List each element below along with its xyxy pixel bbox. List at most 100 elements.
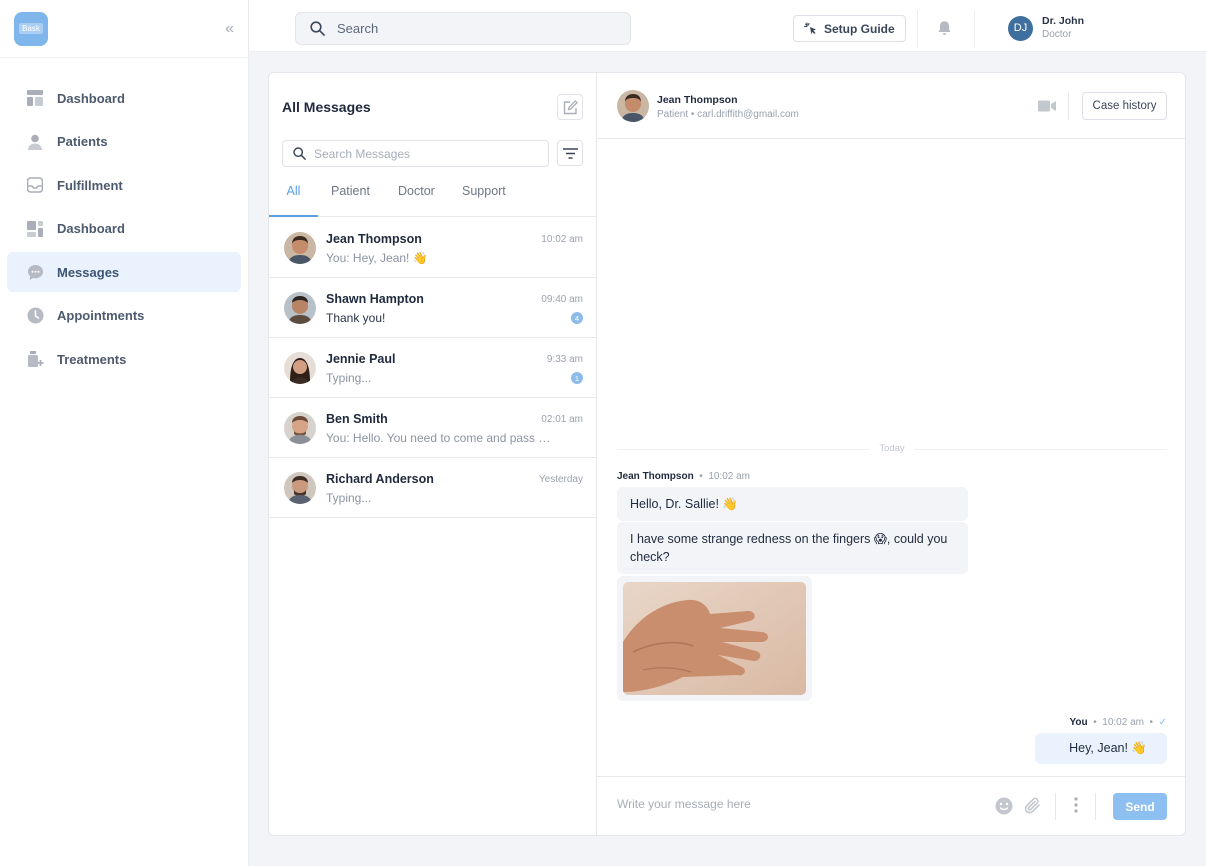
divider: [1055, 793, 1056, 820]
conversation-preview: Thank you!: [326, 311, 386, 325]
message-search-input[interactable]: [314, 146, 539, 161]
messages-panel: All Messages All Patient Doctor Support …: [268, 72, 1186, 836]
chat-contact-name: Jean Thompson: [657, 94, 738, 106]
hand-photo: [623, 582, 806, 695]
app-logo-text: Bask: [19, 23, 43, 34]
divider: [1095, 793, 1096, 820]
sidebar-item-messages[interactable]: Messages: [7, 252, 241, 292]
divider: [974, 10, 975, 48]
avatar: [284, 232, 316, 264]
sidebar-item-label: Fulfillment: [57, 177, 123, 193]
message-search[interactable]: [282, 140, 549, 167]
notifications-bell-icon[interactable]: [937, 20, 952, 41]
chat-icon: [26, 263, 44, 281]
search-icon: [293, 147, 306, 160]
global-search-input[interactable]: [337, 21, 617, 36]
outgoing-message: Hey, Jean! 👋: [1035, 733, 1167, 764]
app-logo[interactable]: Bask: [14, 11, 48, 46]
setup-guide-label: Setup Guide: [824, 21, 895, 36]
avatar: DJ: [1008, 15, 1033, 41]
sidebar-item-patients[interactable]: Patients: [7, 122, 241, 162]
sidebar-item-label: Dashboard: [57, 221, 125, 236]
tab-doctor[interactable]: Doctor: [398, 184, 435, 217]
message-time: 10:02 am: [708, 471, 751, 482]
clock-icon: [26, 307, 44, 325]
conversation-item[interactable]: Jean Thompson You: Hey, Jean! 👋 10:02 am: [269, 218, 597, 278]
unread-badge: 1: [571, 372, 583, 384]
sidebar-item-dashboard-2[interactable]: Dashboard: [7, 209, 241, 249]
emoji-icon[interactable]: [995, 797, 1013, 820]
user-name: Dr. John: [1042, 15, 1085, 27]
sidebar: Bask « Dashboard Patients Fulfillment Da…: [0, 0, 249, 866]
conversation-name: Jennie Paul: [326, 352, 396, 366]
message-time: 10:02 am: [1102, 717, 1144, 728]
unread-badge: 4: [571, 312, 583, 324]
global-search[interactable]: [295, 12, 631, 45]
read-check-icon: ✓: [1158, 717, 1167, 728]
topbar: Setup Guide DJ Dr. John Doctor: [249, 0, 1206, 52]
sidebar-nav: Dashboard Patients Fulfillment Dashboard…: [0, 58, 248, 379]
video-call-icon[interactable]: [1038, 99, 1056, 117]
avatar: [284, 472, 316, 504]
avatar: [284, 292, 316, 324]
conversation-item[interactable]: Shawn Hampton Thank you! 09:40 am 4: [269, 278, 597, 338]
sidebar-item-label: Treatments: [57, 351, 127, 367]
user-icon: [26, 133, 44, 151]
sidebar-item-label: Patients: [57, 134, 108, 149]
message-sender: Jean Thompson: [617, 471, 694, 482]
message-meta: Jean Thompson • 10:02 am: [617, 471, 751, 482]
conversation-name: Ben Smith: [326, 412, 388, 426]
divider: [917, 10, 918, 48]
conversation-time: 9:33 am: [546, 354, 583, 365]
more-options-icon[interactable]: [1074, 797, 1078, 818]
collapse-sidebar-icon[interactable]: «: [225, 20, 234, 38]
message-meta: You • 10:02 am • ✓: [1069, 717, 1168, 728]
avatar: [284, 352, 316, 384]
sidebar-item-dashboard[interactable]: Dashboard: [7, 78, 241, 118]
tab-support[interactable]: Support: [462, 184, 506, 217]
conversation-item[interactable]: Richard Anderson Typing... Yesterday: [269, 458, 597, 518]
user-menu[interactable]: DJ Dr. John Doctor: [1008, 15, 1084, 41]
sidebar-item-label: Appointments: [57, 308, 145, 323]
filter-button[interactable]: [557, 140, 583, 166]
conversation-time: Yesterday: [538, 474, 583, 485]
case-history-button[interactable]: Case history: [1082, 92, 1167, 120]
tab-patient[interactable]: Patient: [331, 184, 370, 217]
chat-pane: Jean Thompson Patient • carl.driffith@gm…: [597, 73, 1185, 835]
conversation-item[interactable]: Ben Smith You: Hello. You need to come a…: [269, 398, 597, 458]
sidebar-item-treatments[interactable]: Treatments: [7, 339, 241, 379]
treatment-icon: [26, 350, 44, 368]
logo-row: Bask «: [0, 0, 248, 58]
filter-icon: [562, 147, 578, 159]
compose-button[interactable]: [557, 94, 583, 120]
conversation-time: 02:01 am: [541, 414, 583, 425]
tab-all[interactable]: All: [269, 184, 318, 217]
incoming-message: Hello, Dr. Sallie! 👋: [617, 487, 968, 521]
message-sender: You: [1069, 717, 1088, 728]
send-button[interactable]: Send: [1113, 793, 1167, 820]
user-role: Doctor: [1042, 29, 1072, 40]
sidebar-item-fulfillment[interactable]: Fulfillment: [7, 165, 241, 205]
chat-header: Jean Thompson Patient • carl.driffith@gm…: [597, 73, 1185, 139]
conversation-time: 10:02 am: [541, 234, 583, 245]
conversation-time: 09:40 am: [541, 294, 583, 305]
date-divider-label: Today: [869, 443, 915, 454]
conversation-item[interactable]: Jennie Paul Typing... 9:33 am 1: [269, 338, 597, 398]
image-attachment[interactable]: [617, 576, 812, 701]
divider: [1068, 93, 1069, 120]
conversation-preview: Typing...: [326, 491, 372, 505]
page-title: All Messages: [282, 99, 371, 115]
sidebar-item-label: Messages: [57, 264, 120, 280]
conversation-preview: You: Hello. You need to come and pass a.…: [326, 431, 554, 445]
conversation-list-pane: All Messages All Patient Doctor Support …: [269, 73, 597, 835]
setup-guide-button[interactable]: Setup Guide: [793, 15, 906, 42]
conversation-name: Shawn Hampton: [326, 292, 424, 306]
date-divider: Today: [617, 443, 1167, 454]
sidebar-item-appointments[interactable]: Appointments: [7, 296, 241, 336]
message-input[interactable]: [617, 797, 967, 811]
conversation-preview: Typing...: [326, 371, 372, 385]
compose-icon: [563, 99, 578, 114]
attach-icon[interactable]: [1024, 797, 1042, 820]
conversation-preview: You: Hey, Jean! 👋: [326, 251, 428, 265]
sidebar-item-label: Dashboard: [57, 90, 125, 106]
